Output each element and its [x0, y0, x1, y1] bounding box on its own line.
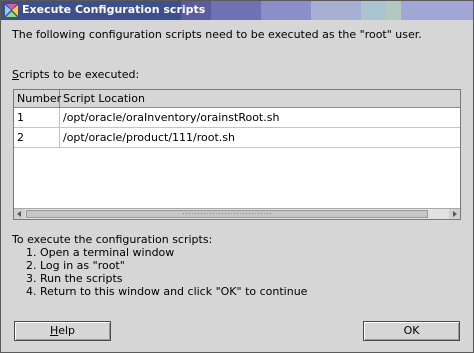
application-icon [5, 4, 18, 17]
instruction-step: 1. Open a terminal window [26, 246, 175, 259]
triangle-right-icon [453, 211, 457, 217]
title-bar[interactable]: Execute Configuration scripts [1, 1, 473, 20]
table-row[interactable]: 2 /opt/oracle/product/111/root.sh [14, 128, 460, 148]
title-strip [311, 1, 361, 20]
instruction-step: 4. Return to this window and click "OK" … [26, 285, 308, 298]
help-label-rest: elp [58, 324, 76, 337]
triangle-left-icon [17, 211, 21, 217]
column-header-location[interactable]: Script Location [60, 90, 460, 107]
help-mnemonic: H [49, 324, 59, 337]
dialog-window: Execute Configuration scripts The follow… [0, 0, 474, 353]
scripts-label: Scripts to be executed: [12, 68, 139, 81]
cell-number: 2 [14, 128, 60, 147]
help-button[interactable]: Help [14, 321, 111, 341]
title-strip [386, 1, 401, 20]
scripts-label-mnemonic: S [12, 68, 19, 81]
horizontal-scrollbar[interactable] [14, 208, 460, 219]
scrollbar-thumb[interactable] [26, 210, 428, 218]
intro-text: The following configuration scripts need… [12, 28, 422, 41]
title-strip [361, 1, 386, 20]
window-title: Execute Configuration scripts [22, 3, 206, 16]
ok-button[interactable]: OK [363, 321, 460, 341]
instruction-step: 2. Log in as "root" [26, 259, 125, 272]
scripts-label-rest: cripts to be executed: [18, 68, 140, 81]
cell-number: 1 [14, 108, 60, 127]
table-row[interactable]: 1 /opt/oracle/oraInventory/orainstRoot.s… [14, 108, 460, 128]
grip-icon [182, 212, 272, 216]
column-header-number[interactable]: Number [14, 90, 61, 107]
scroll-right-button[interactable] [449, 209, 460, 219]
cell-location: /opt/oracle/oraInventory/orainstRoot.sh [63, 111, 280, 124]
title-strip [261, 1, 311, 20]
title-strip [211, 1, 261, 20]
cell-location: /opt/oracle/product/111/root.sh [63, 131, 235, 144]
title-strip [401, 1, 473, 20]
instructions-title: To execute the configuration scripts: [12, 233, 213, 246]
scroll-left-button[interactable] [14, 209, 25, 219]
instructions-list: 1. Open a terminal window 2. Log in as "… [26, 246, 307, 298]
scripts-table: Number Script Location 1 /opt/oracle/ora… [13, 89, 461, 220]
table-header: Number Script Location [14, 90, 460, 108]
instruction-step: 3. Run the scripts [26, 272, 123, 285]
